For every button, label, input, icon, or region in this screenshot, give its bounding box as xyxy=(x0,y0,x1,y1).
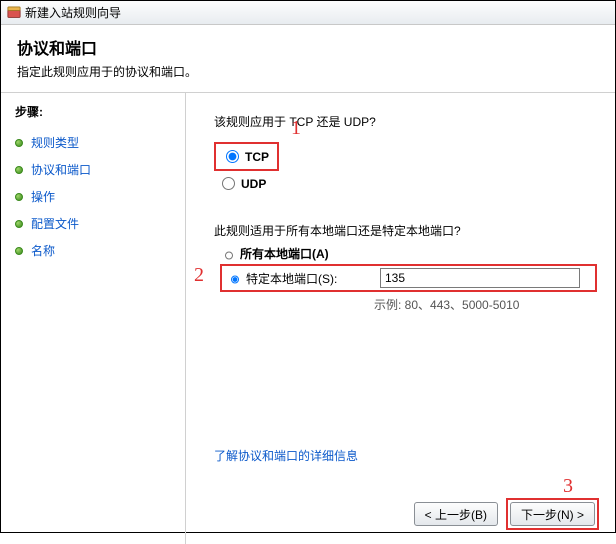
wizard-buttons: < 上一步(B) 下一步(N) > xyxy=(414,498,599,530)
radio-all-ports-row[interactable]: 所有本地端口(A) xyxy=(220,245,597,262)
annotation-3: 3 xyxy=(563,475,573,498)
app-icon xyxy=(7,6,21,20)
radio-all-ports-label: 所有本地端口(A) xyxy=(240,245,597,262)
annotation-box-1: TCP xyxy=(214,142,279,171)
annotation-2: 2 xyxy=(194,264,204,287)
sidebar-item-profile[interactable]: 配置文件 xyxy=(15,215,177,232)
radio-udp-label: UDP xyxy=(241,177,266,191)
annotation-box-2: 特定本地端口(S): xyxy=(220,264,597,292)
annotation-1: 1 xyxy=(291,117,301,140)
steps-heading: 步骤: xyxy=(15,103,177,120)
titlebar: 新建入站规则向导 xyxy=(1,1,615,25)
bullet-icon xyxy=(15,166,23,174)
bullet-icon xyxy=(15,247,23,255)
sidebar-item-action[interactable]: 操作 xyxy=(15,188,177,205)
annotation-box-3: 下一步(N) > xyxy=(506,498,599,530)
port-input[interactable] xyxy=(380,268,580,288)
next-button[interactable]: 下一步(N) > xyxy=(510,502,595,526)
radio-tcp-row[interactable]: TCP xyxy=(224,146,269,167)
radio-all-ports[interactable] xyxy=(225,249,233,262)
sidebar-item-label: 配置文件 xyxy=(31,215,79,232)
page-subtitle: 指定此规则应用于的协议和端口。 xyxy=(17,63,599,80)
window-title: 新建入站规则向导 xyxy=(25,1,121,25)
page-header: 协议和端口 指定此规则应用于的协议和端口。 xyxy=(1,25,615,86)
port-example: 示例: 80、443、5000-5010 xyxy=(374,296,597,313)
sidebar-item-label: 操作 xyxy=(31,188,55,205)
back-button[interactable]: < 上一步(B) xyxy=(414,502,498,526)
radio-specific-ports-label: 特定本地端口(S): xyxy=(246,270,376,287)
sidebar-item-rule-type[interactable]: 规则类型 xyxy=(15,134,177,151)
bullet-icon xyxy=(15,193,23,201)
ports-group: 所有本地端口(A) 2 特定本地端口(S): 示例: 80、443、5000-5… xyxy=(220,245,597,313)
main-panel: 该规则应用于 TCP 还是 UDP? TCP 1 UDP 此规则适用于所有本地端… xyxy=(186,93,615,544)
question-ports: 此规则适用于所有本地端口还是特定本地端口? xyxy=(214,222,597,239)
content: 步骤: 规则类型 协议和端口 操作 配置文件 名称 该规则应用于 TCP 还是 … xyxy=(1,93,615,544)
question-protocol: 该规则应用于 TCP 还是 UDP? xyxy=(214,113,597,130)
radio-tcp-label: TCP xyxy=(245,150,269,164)
radio-specific-ports[interactable] xyxy=(231,273,239,286)
learn-more-link[interactable]: 了解协议和端口的详细信息 xyxy=(214,447,358,464)
bullet-icon xyxy=(15,139,23,147)
radio-udp[interactable] xyxy=(222,177,235,190)
sidebar: 步骤: 规则类型 协议和端口 操作 配置文件 名称 xyxy=(1,93,186,544)
sidebar-item-label: 规则类型 xyxy=(31,134,79,151)
sidebar-item-protocol-ports[interactable]: 协议和端口 xyxy=(15,161,177,178)
page-title: 协议和端口 xyxy=(17,35,599,59)
radio-udp-row[interactable]: UDP xyxy=(220,173,597,194)
radio-tcp[interactable] xyxy=(226,150,239,163)
sidebar-item-name[interactable]: 名称 xyxy=(15,242,177,259)
bullet-icon xyxy=(15,220,23,228)
sidebar-item-label: 名称 xyxy=(31,242,55,259)
sidebar-item-label: 协议和端口 xyxy=(31,161,91,178)
